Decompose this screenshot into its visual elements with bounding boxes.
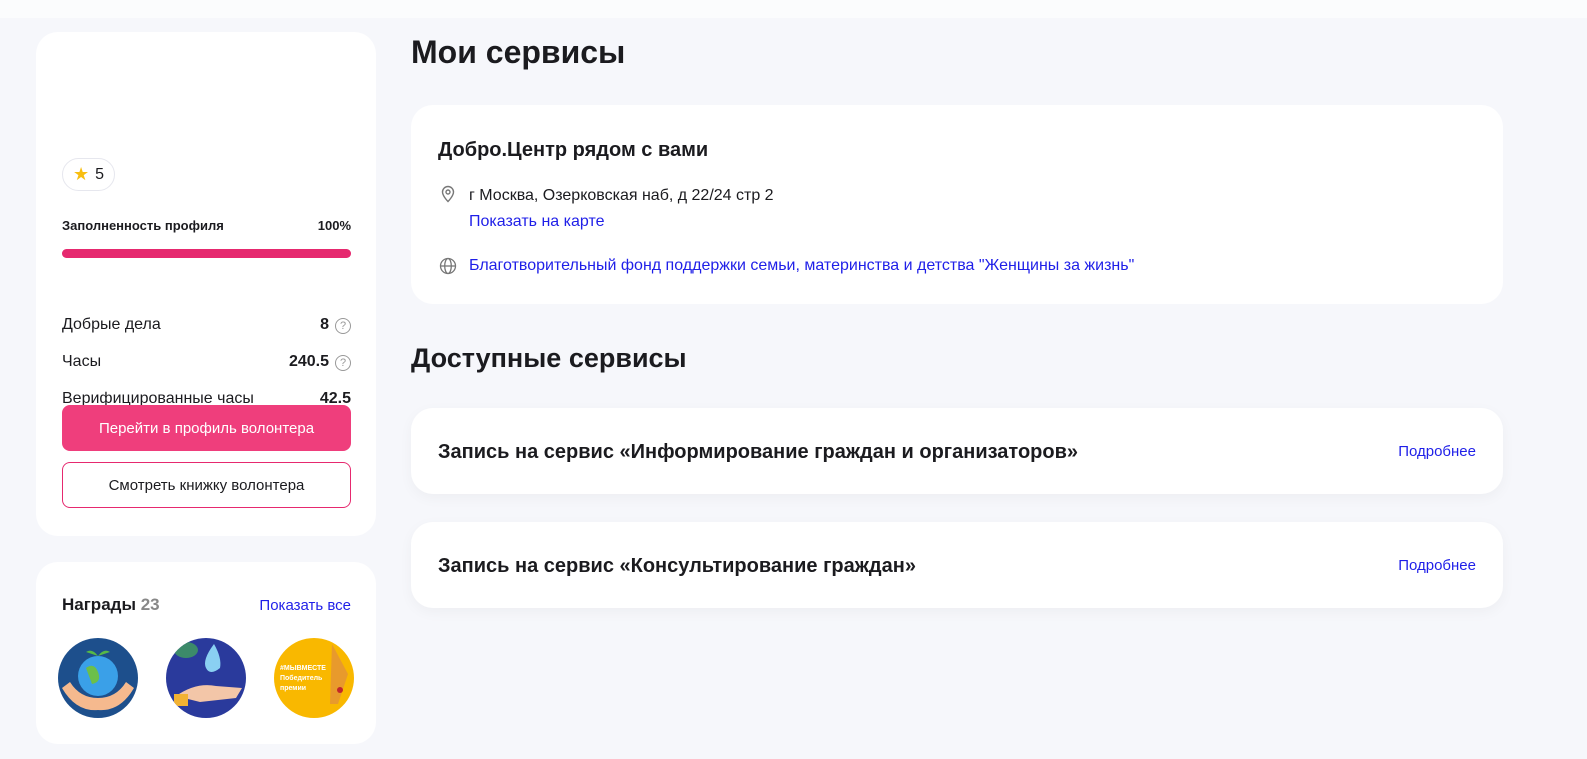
details-link[interactable]: Подробнее xyxy=(1398,557,1476,574)
stat-label: Часы xyxy=(62,353,102,370)
service-title: Запись на сервис «Информирование граждан… xyxy=(438,441,1079,463)
stat-hours: Часы 240.5? xyxy=(62,353,351,371)
award-badge-winner[interactable]: #МЫВМЕСТЕ Победитель премии xyxy=(274,638,354,718)
svg-text:#МЫВМЕСТЕ: #МЫВМЕСТЕ xyxy=(280,665,326,672)
profile-fill: Заполненность профиля 100% xyxy=(62,218,351,233)
awards-count: 23 xyxy=(140,595,160,614)
fill-label: Заполненность профиля xyxy=(62,218,224,233)
service-card[interactable]: Запись на сервис «Информирование граждан… xyxy=(411,408,1503,494)
show-all-awards-link[interactable]: Показать все xyxy=(259,597,351,614)
my-services-title: Мои сервисы xyxy=(411,34,626,70)
stat-value: 240.5 xyxy=(288,353,329,370)
stat-label: Добрые дела xyxy=(62,316,161,333)
view-volunteer-book-button[interactable]: Смотреть книжку волонтера xyxy=(62,462,351,508)
available-services-title: Доступные сервисы xyxy=(411,343,687,373)
details-link[interactable]: Подробнее xyxy=(1398,443,1476,460)
award-badge-water[interactable] xyxy=(166,638,246,718)
rating-value: 5 xyxy=(95,165,105,183)
address: г Москва, Озерковская наб, д 22/24 стр 2 xyxy=(469,187,774,204)
organization-link[interactable]: Благотворительный фонд поддержки семьи, … xyxy=(469,257,1134,275)
globe-icon xyxy=(439,257,457,275)
stat-good-deeds: Добрые дела 8? xyxy=(62,316,351,334)
star-icon: ★ xyxy=(73,164,90,184)
help-icon[interactable]: ? xyxy=(335,318,351,334)
awards-card: Награды 23 Показать все #МЫВМЕСТЕ Победит… xyxy=(36,562,376,744)
service-center-title: Добро.Центр рядом с вами xyxy=(438,139,709,161)
stat-value: 8 xyxy=(320,316,329,333)
profile-card: ★ 5 Заполненность профиля 100% Добрые дела… xyxy=(36,32,376,536)
location-pin-icon xyxy=(441,185,455,203)
svg-text:премии: премии xyxy=(280,685,306,692)
top-bar xyxy=(0,0,1587,18)
service-card[interactable]: Запись на сервис «Консультирование гражд… xyxy=(411,522,1503,608)
show-on-map-link[interactable]: Показать на карте xyxy=(469,213,604,231)
go-to-profile-button[interactable]: Перейти в профиль волонтера xyxy=(62,405,351,451)
rating-badge: ★ 5 xyxy=(62,158,116,191)
award-badge-earth[interactable] xyxy=(58,638,138,718)
my-service-card: Добро.Центр рядом с вами г Москва, Озерк… xyxy=(411,105,1503,304)
progress-fill xyxy=(62,249,351,258)
awards-title: Награды 23 xyxy=(62,595,160,615)
awards-title-text: Награды xyxy=(62,595,136,614)
profile-progress-bar xyxy=(62,249,351,258)
svg-text:Победитель: Победитель xyxy=(280,674,323,682)
fill-value: 100% xyxy=(317,218,351,233)
service-title: Запись на сервис «Консультирование гражд… xyxy=(438,555,916,577)
help-icon[interactable]: ? xyxy=(335,355,351,371)
